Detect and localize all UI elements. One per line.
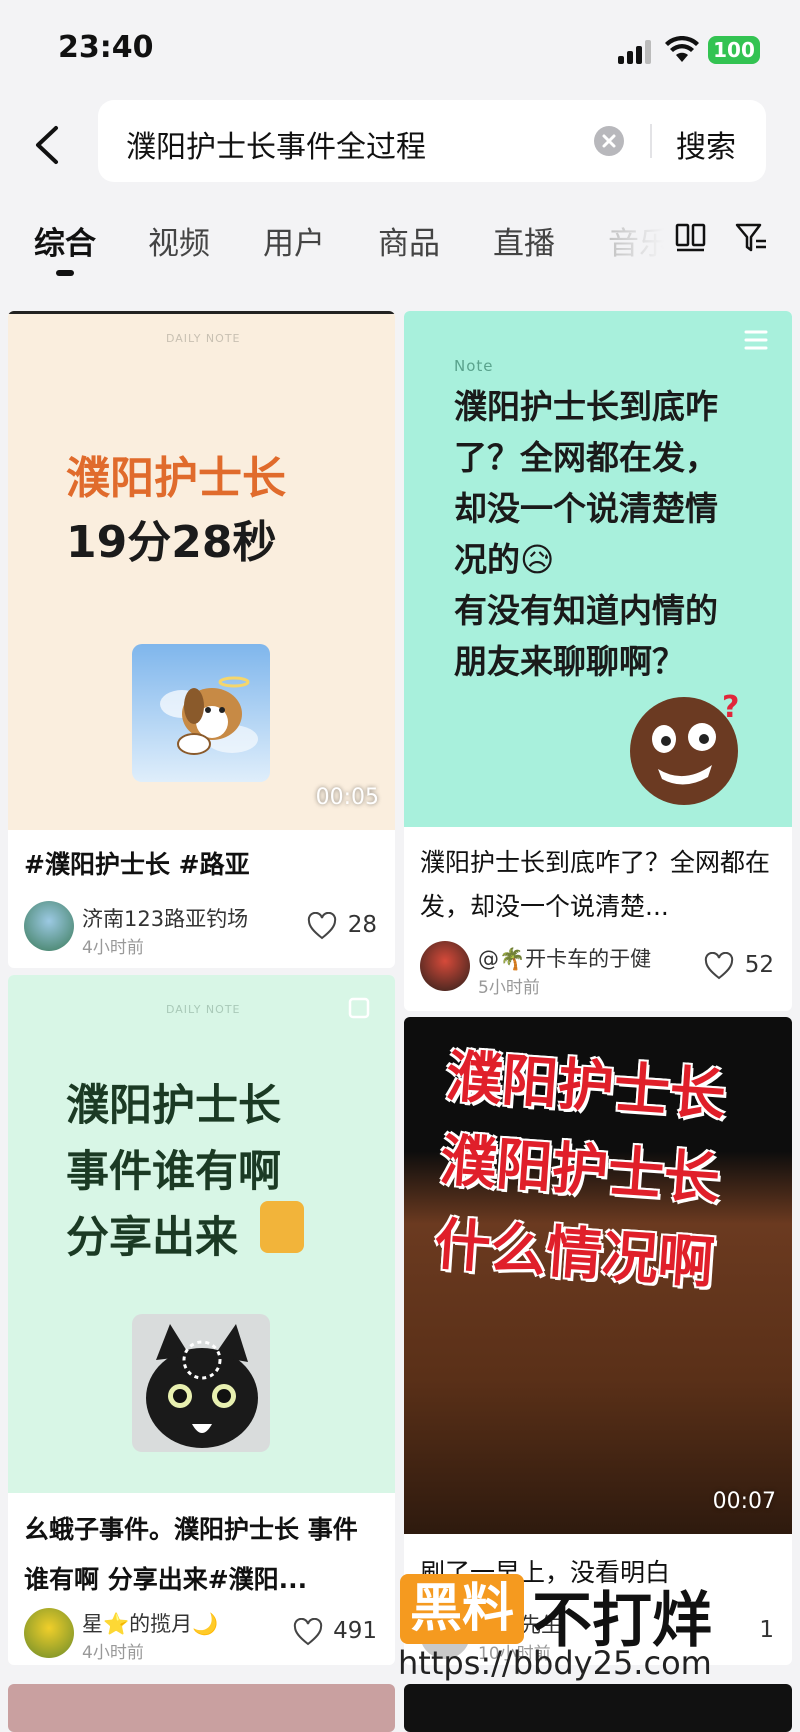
tab-all[interactable]: 综合 xyxy=(34,218,96,263)
post-time: 4小时前 xyxy=(82,938,144,958)
tab-video[interactable]: 视频 xyxy=(148,218,210,263)
search-input[interactable]: 濮阳护士长事件全过程 搜索 xyxy=(98,100,766,182)
search-header: 濮阳护士长事件全过程 搜索 xyxy=(0,100,800,190)
avatar[interactable] xyxy=(24,901,74,951)
note-card-4[interactable]: 濮阳护士长 濮阳护士长 什么情况啊 00:07 刷了一早上，没看明白 秘书先生 … xyxy=(404,1017,792,1665)
note-card-5[interactable] xyxy=(8,1684,395,1732)
filter-icon[interactable] xyxy=(734,220,770,256)
thumbnail-tag: DAILY NOTE xyxy=(166,332,241,345)
search-button[interactable]: 搜索 xyxy=(676,122,736,166)
search-query-text[interactable]: 濮阳护士长事件全过程 xyxy=(126,122,426,166)
tab-users[interactable]: 用户 xyxy=(263,218,325,263)
thumbnail-text: 濮阳护士长 濮阳护士长 什么情况啊 xyxy=(432,1036,729,1307)
tab-products[interactable]: 商品 xyxy=(378,218,440,263)
author-name[interactable]: 星⭐的揽月🌙 xyxy=(82,1608,218,1638)
divider xyxy=(650,124,652,158)
tab-live[interactable]: 直播 xyxy=(493,218,555,263)
like-count: 1 xyxy=(759,1617,774,1643)
card-title: 濮阳护士长到底咋了？全网都在发，却没一个说清楚... xyxy=(420,848,771,921)
thumbnail-text: 濮阳护士长 事件谁有啊 分享出来 xyxy=(66,1073,281,1271)
thumbnail-line: 况的😥 xyxy=(454,540,555,579)
card-thumbnail[interactable]: Note 濮阳护士长到底咋 了？全网都在发， 却没一个说清楚情 况的😥 有没有知… xyxy=(404,311,792,827)
video-duration: 00:07 xyxy=(712,1489,776,1514)
status-bar: 23:40 100 xyxy=(0,0,800,100)
note-card-3[interactable]: DAILY NOTE 濮阳护士长 事件谁有啊 分享出来 幺蛾子事件。濮阳护士长 … xyxy=(8,975,395,1665)
like-count: 52 xyxy=(744,952,774,978)
thumbnail-line: 事件谁有啊 xyxy=(66,1147,281,1197)
svg-text:?: ? xyxy=(722,690,739,725)
card-title: #濮阳护士长 #路亚 xyxy=(24,850,250,879)
post-time: 5小时前 xyxy=(478,978,540,998)
dog-sticker-image xyxy=(132,644,270,782)
grinning-emoji-sticker: ? xyxy=(630,690,739,805)
multi-image-icon xyxy=(348,997,370,1019)
thumbnail-line: 分享出来 xyxy=(66,1213,238,1263)
post-time: 4小时前 xyxy=(82,1643,144,1663)
category-tabs: 综合 视频 用户 商品 直播 音乐 xyxy=(0,210,800,280)
note-card-1[interactable]: DAILY NOTE 濮阳护士长 19分28秒 00:05 #濮阳护士长 #路亚… xyxy=(8,311,395,968)
clock: 23:40 xyxy=(58,30,154,65)
heart-icon[interactable] xyxy=(307,912,337,940)
author-name[interactable]: 济南123路亚钓场 xyxy=(82,903,248,933)
thumbnail-tag: Note xyxy=(454,357,494,375)
layout-toggle-icon[interactable] xyxy=(674,220,708,254)
card-thumbnail[interactable]: 濮阳护士长 濮阳护士长 什么情况啊 00:07 xyxy=(404,1017,792,1534)
thumbnail-line: 了？全网都在发， xyxy=(454,438,718,477)
thumbnail-line: 有没有知道内情的 xyxy=(454,591,718,630)
avatar[interactable] xyxy=(420,941,470,991)
card-title: 幺蛾子事件。濮阳护士长 事件谁有啊 分享出来#濮阳... xyxy=(24,1515,358,1594)
menu-icon xyxy=(744,330,768,350)
heart-icon[interactable] xyxy=(704,952,734,980)
active-tab-indicator xyxy=(56,270,74,276)
thumbnail-line: 濮阳护士长到底咋 xyxy=(454,387,718,426)
author-name[interactable]: @🌴开卡车的于健 xyxy=(478,943,651,973)
battery-icon: 100 xyxy=(708,36,760,64)
card-thumbnail[interactable]: DAILY NOTE 濮阳护士长 19分28秒 00:05 xyxy=(8,311,395,830)
thumbnail-line: 濮阳护士长 xyxy=(66,1081,281,1131)
cat-emoji-icon xyxy=(260,1201,304,1253)
thumbnail-line: 朋友来聊聊啊？ xyxy=(454,642,685,681)
note-card-6[interactable] xyxy=(404,1684,792,1732)
thumbnail-tag: DAILY NOTE xyxy=(166,1003,241,1016)
thumbnail-line-2: 19分28秒 xyxy=(66,517,277,568)
back-arrow-icon[interactable] xyxy=(28,120,68,170)
cellular-signal-icon xyxy=(618,40,651,64)
video-duration: 00:05 xyxy=(315,785,379,810)
watermark-url: https://bbdy25.com xyxy=(398,1644,712,1682)
card-thumbnail[interactable]: DAILY NOTE 濮阳护士长 事件谁有啊 分享出来 xyxy=(8,975,395,1493)
clear-icon[interactable] xyxy=(594,126,624,156)
tab-fade xyxy=(600,210,680,280)
cat-photo-image xyxy=(132,1314,270,1452)
thumbnail-line: 却没一个说清楚情 xyxy=(454,489,718,528)
avatar[interactable] xyxy=(24,1608,74,1658)
wifi-icon xyxy=(665,36,699,62)
like-count: 491 xyxy=(333,1618,377,1644)
watermark-tag: 黑料 xyxy=(400,1574,524,1644)
note-card-2[interactable]: Note 濮阳护士长到底咋 了？全网都在发， 却没一个说清楚情 况的😥 有没有知… xyxy=(404,311,792,1011)
heart-icon[interactable] xyxy=(293,1618,323,1646)
thumbnail-text: 濮阳护士长到底咋 了？全网都在发， 却没一个说清楚情 况的😥 有没有知道内情的 … xyxy=(454,381,718,687)
thumbnail-line-1: 濮阳护士长 xyxy=(66,453,286,504)
like-count: 28 xyxy=(347,912,377,938)
